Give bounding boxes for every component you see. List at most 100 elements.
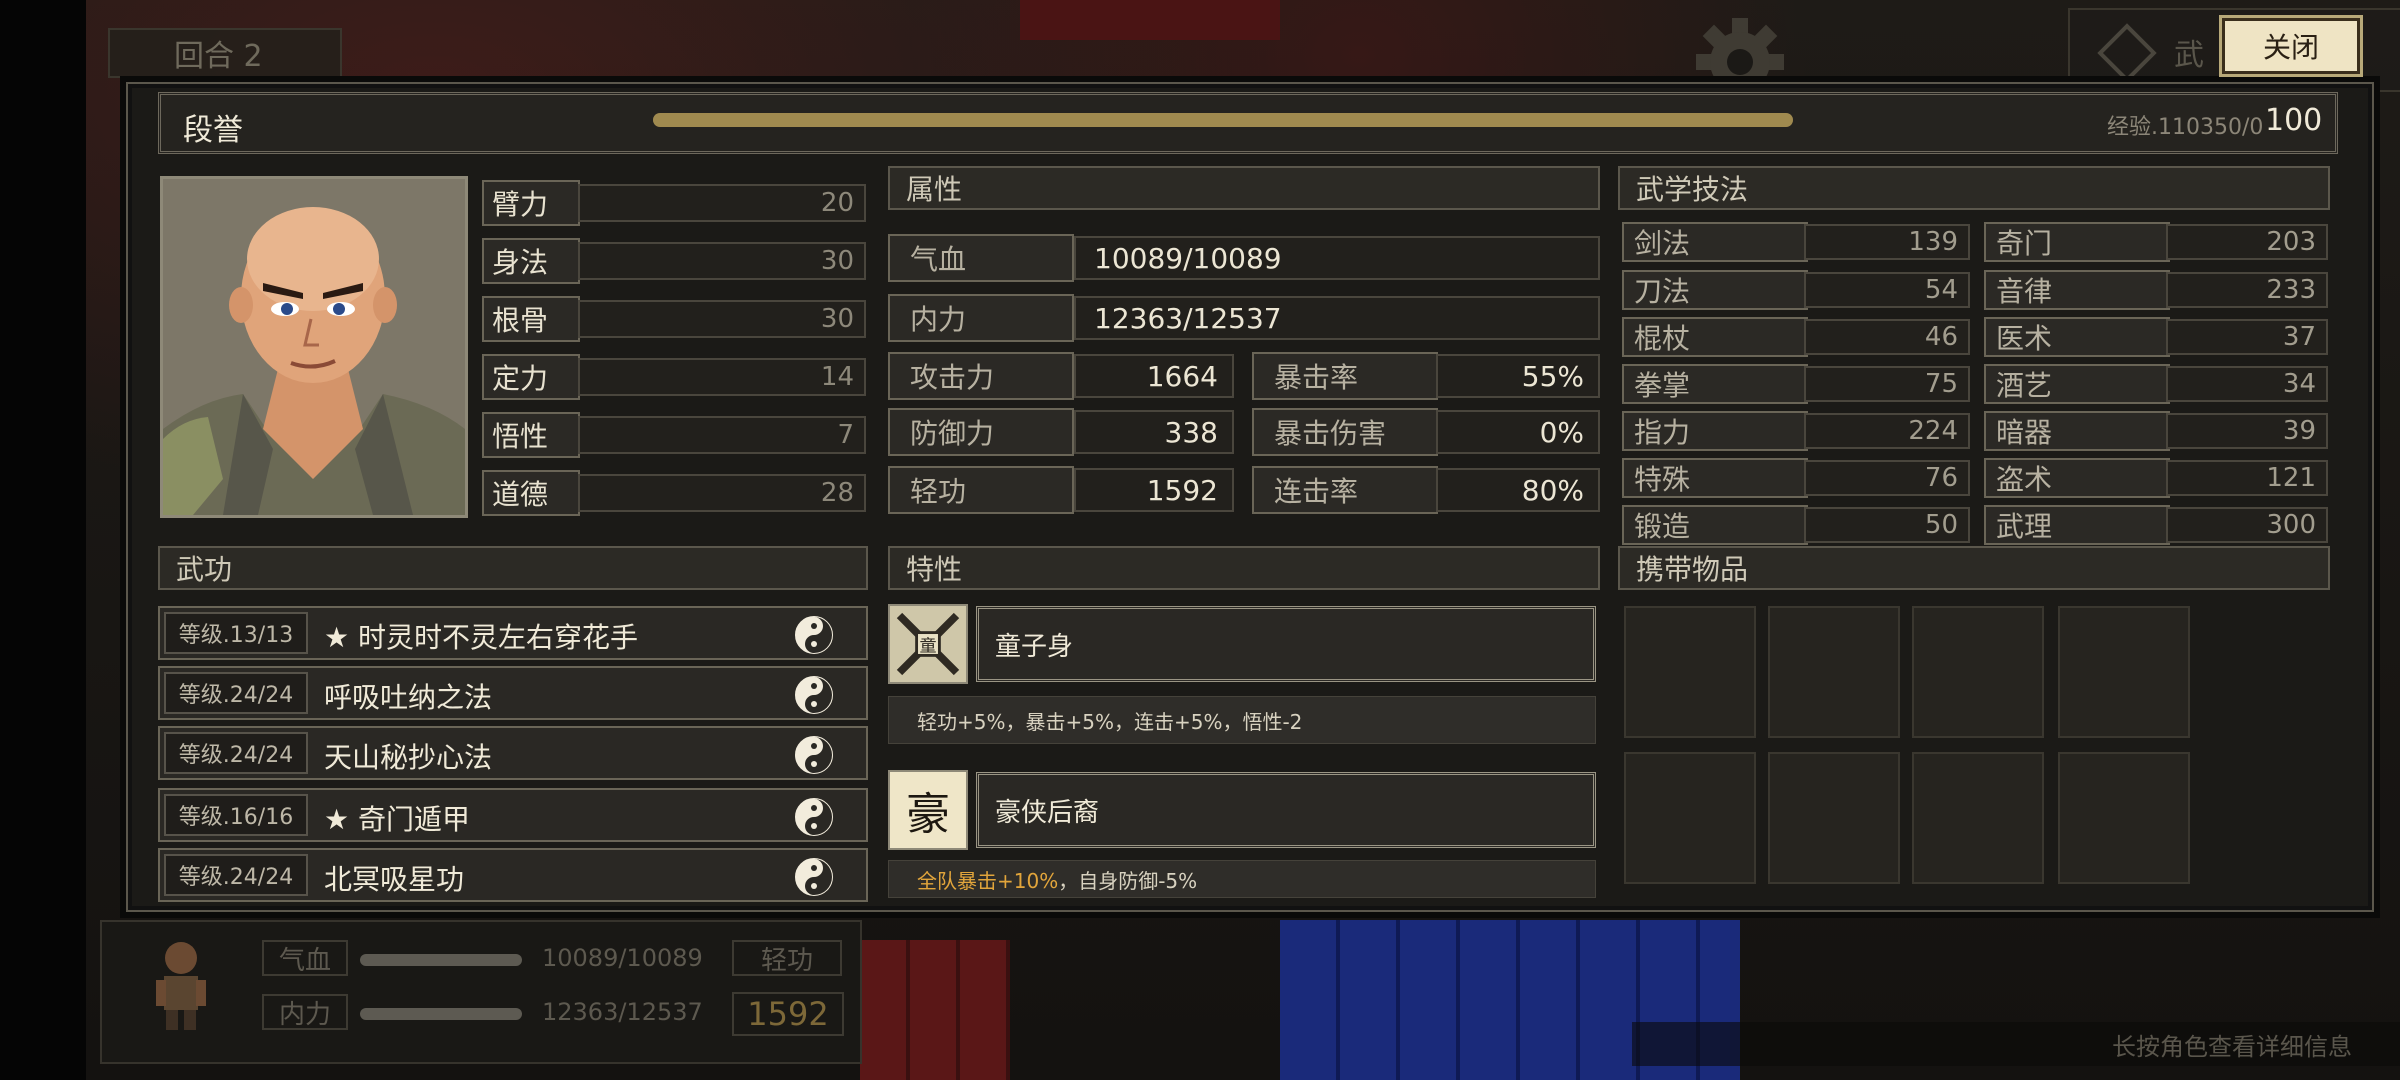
crit-damage-label: 暴击伤害 [1252,408,1438,456]
skills-header-label: 武学技法 [1636,173,1749,206]
inventory-slot[interactable] [1912,606,2044,738]
martial-art-name: ★ 时灵时不灵左右穿花手 [324,621,639,654]
trait-name[interactable]: 童子身 [976,606,1596,682]
combo-rate-label: 连击率 [1252,466,1438,514]
inventory-slot[interactable] [1624,752,1756,884]
mp-value: 12363/12537 [1074,296,1600,340]
character-level: 100 [2265,103,2323,138]
stat-label: 定力 [482,354,580,400]
mp-label: 内力 [888,294,1074,342]
exp-bar-fill [653,113,1793,127]
skill-label: 锻造 [1622,505,1808,545]
character-portrait[interactable] [160,176,468,518]
stat-label: 身法 [482,238,580,284]
skill-value: 300 [2166,507,2328,543]
martial-art-row[interactable]: 等级.16/16 ★ 奇门遁甲 [158,788,868,842]
defense-value: 338 [1074,410,1234,454]
crit-rate-value: 55% [1436,354,1600,398]
martial-art-row[interactable]: 等级.24/24 呼吸吐纳之法 [158,666,868,720]
stat-value: 14 [578,358,866,396]
stat-row: 根骨 30 [482,296,866,342]
martial-art-row[interactable]: 等级.24/24 天山秘抄心法 [158,726,868,780]
attributes-header: 属性 [888,166,1600,210]
stat-value: 30 [578,300,866,338]
skill-value: 75 [1804,366,1970,402]
unit-status-hud: 气血 10089/10089 轻功 内力 12363/12537 1592 [100,920,862,1064]
stat-row: 定力 14 [482,354,866,400]
martial-art-row[interactable]: 等级.24/24 北冥吸星功 [158,848,868,902]
unit-sprite-icon[interactable] [148,936,214,1032]
hud-mp-label: 内力 [262,994,348,1030]
hud-speed-label: 轻功 [732,940,842,976]
crit-rate-label: 暴击率 [1252,352,1438,400]
martial-art-name: 呼吸吐纳之法 [324,681,493,714]
skill-value: 121 [2166,460,2328,496]
traits-header: 特性 [888,546,1600,590]
skill-value: 46 [1804,319,1970,355]
portrait-image [163,179,465,515]
martial-art-name: ★ 奇门遁甲 [324,803,471,836]
stat-value: 28 [578,474,866,512]
close-label: 关闭 [2262,31,2319,64]
inventory-header-label: 携带物品 [1636,553,1749,586]
stat-label: 道德 [482,470,580,516]
character-name: 段誉 [183,113,243,148]
yin-yang-icon [795,858,833,896]
crossed-swords-icon: 童 [888,604,968,684]
skill-label: 暗器 [1984,411,2170,451]
inventory-slot[interactable] [2058,752,2190,884]
inventory-slot[interactable] [1768,752,1900,884]
inventory-slot[interactable] [1912,752,2044,884]
crit-damage-value: 0% [1436,410,1600,454]
martial-art-level: 等级.24/24 [164,854,308,896]
stat-value: 20 [578,184,866,222]
hud-mp-value: 12363/12537 [542,998,703,1026]
inventory-slot[interactable] [1624,606,1756,738]
martial-arts-header-label: 武功 [176,553,233,586]
skill-value: 224 [1804,413,1970,449]
round-indicator: 回合 2 [108,28,342,78]
defense-label: 防御力 [888,408,1074,456]
martial-art-level: 等级.16/16 [164,794,308,836]
skill-value: 37 [2166,319,2328,355]
martial-art-level: 等级.13/13 [164,612,308,654]
yin-yang-icon [795,616,833,654]
skills-header: 武学技法 [1618,166,2330,210]
skill-value: 34 [2166,366,2328,402]
skill-label: 拳掌 [1622,364,1808,404]
hud-hp-value: 10089/10089 [542,944,703,972]
exp-bar [653,113,1793,127]
stat-label: 臂力 [482,180,580,226]
skill-label: 棍杖 [1622,317,1808,357]
martial-arts-header: 武功 [158,546,868,590]
martial-art-row[interactable]: 等级.13/13 ★ 时灵时不灵左右穿花手 [158,606,868,660]
svg-text:童: 童 [919,637,936,657]
close-button[interactable]: 关闭 [2219,15,2363,77]
skill-label: 指力 [1622,411,1808,451]
hud-speed-value: 1592 [732,992,844,1036]
skill-label: 刀法 [1622,270,1808,310]
stat-row: 臂力 20 [482,180,866,226]
inventory-slot[interactable] [1768,606,1900,738]
attack-label: 攻击力 [888,352,1074,400]
traits-header-label: 特性 [906,553,963,586]
screen-edge [0,0,86,1080]
skill-value: 54 [1804,272,1970,308]
inventory-slot[interactable] [2058,606,2190,738]
martial-art-level: 等级.24/24 [164,732,308,774]
stat-value: 7 [578,416,866,454]
character-header: 段誉 经验.110350/0 100 [158,92,2338,154]
skill-value: 139 [1804,224,1970,260]
hp-value: 10089/10089 [1074,236,1600,280]
tab-label: 武 [2174,38,2204,73]
trait-description: 轻功+5%，暴击+5%，连击+5%，悟性-2 [888,696,1596,744]
stat-label: 根骨 [482,296,580,342]
martial-art-level: 等级.24/24 [164,672,308,714]
background-grid-red [860,940,1010,1080]
yin-yang-icon [795,798,833,836]
trait-name[interactable]: 豪侠后裔 [976,772,1596,848]
background-tiles [1020,0,1280,40]
skill-value: 39 [2166,413,2328,449]
trait-description: 全队暴击+10% ，自身防御-5% [888,860,1596,898]
stat-value: 30 [578,242,866,280]
